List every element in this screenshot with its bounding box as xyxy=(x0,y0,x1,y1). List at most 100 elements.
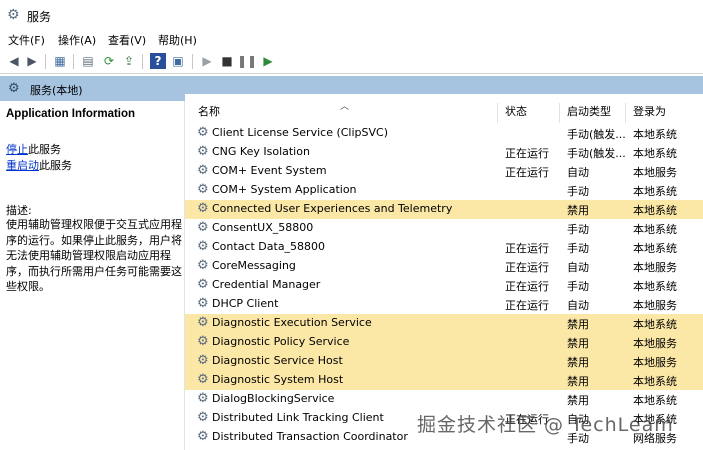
toolbar-separator xyxy=(192,54,193,69)
menu-bar: 文件(F) 操作(A) 查看(V) 帮助(H) xyxy=(0,30,703,48)
description-label: 描述: xyxy=(6,204,32,217)
service-row[interactable]: ⚙ ConsentUX_58800 手动 本地系统 xyxy=(185,219,703,238)
column-header-status[interactable]: 状态 xyxy=(505,103,527,123)
service-name: Distributed Link Tracking Client xyxy=(212,411,384,424)
service-row[interactable]: ⚙ CNG Key Isolation 正在运行 手动(触发... 本地系统 xyxy=(185,143,703,162)
service-gear-icon: ⚙ xyxy=(197,334,209,349)
refresh-icon[interactable]: ⟳ xyxy=(101,53,117,69)
pause-icon[interactable]: ❚❚ xyxy=(237,53,257,69)
service-startup-type: 自动 xyxy=(567,166,589,179)
service-logon-as: 本地服务 xyxy=(633,166,677,179)
service-gear-icon: ⚙ xyxy=(197,391,209,406)
service-gear-icon: ⚙ xyxy=(197,372,209,387)
service-row[interactable]: ⚙ Contact Data_58800 正在运行 手动 本地系统 xyxy=(185,238,703,257)
service-row[interactable]: ⚙ Diagnostic Service Host 禁用 本地服务 xyxy=(185,352,703,371)
service-logon-as: 本地系统 xyxy=(633,280,677,293)
column-header-logon-as[interactable]: 登录为 xyxy=(633,103,666,123)
service-gear-icon: ⚙ xyxy=(197,277,209,292)
service-logon-as: 本地服务 xyxy=(633,356,677,369)
service-startup-type: 自动 xyxy=(567,261,589,274)
service-startup-type: 禁用 xyxy=(567,375,589,388)
restart-link-text[interactable]: 重启动 xyxy=(6,159,39,172)
service-logon-as: 本地系统 xyxy=(633,318,677,331)
service-logon-as: 本地系统 xyxy=(633,394,677,407)
service-row[interactable]: ⚙ COM+ System Application 手动 本地系统 xyxy=(185,181,703,200)
show-hide-icon[interactable]: ▣ xyxy=(170,53,186,69)
service-logon-as: 本地系统 xyxy=(633,204,677,217)
help-icon[interactable]: ? xyxy=(150,53,166,69)
service-name: DialogBlockingService xyxy=(212,392,335,405)
service-name: DHCP Client xyxy=(212,297,279,310)
description-text: 使用辅助管理权限便于交互式应用程序的运行。如果停止此服务，用户将无法使用辅助管理… xyxy=(6,218,182,293)
service-name: CNG Key Isolation xyxy=(212,145,310,158)
play-icon[interactable]: ▶ xyxy=(199,53,215,69)
service-row[interactable]: ⚙ CoreMessaging 正在运行 自动 本地服务 xyxy=(185,257,703,276)
service-startup-type: 手动(触发... xyxy=(567,147,626,160)
column-divider[interactable] xyxy=(497,103,498,123)
service-gear-icon: ⚙ xyxy=(197,144,209,159)
service-startup-type: 手动 xyxy=(567,280,589,293)
service-gear-icon: ⚙ xyxy=(197,239,209,254)
service-name: Client License Service (ClipSVC) xyxy=(212,126,389,139)
console-tree-icon[interactable]: ▦ xyxy=(52,53,68,69)
service-startup-type: 禁用 xyxy=(567,394,589,407)
service-logon-as: 本地系统 xyxy=(633,147,677,160)
restart-service-link[interactable]: 重启动此服务 xyxy=(6,157,72,173)
service-name: Credential Manager xyxy=(212,278,321,291)
service-row[interactable]: ⚙ Credential Manager 正在运行 手动 本地系统 xyxy=(185,276,703,295)
service-row[interactable]: ⚙ Connected User Experiences and Telemetr… xyxy=(185,200,703,219)
service-row[interactable]: ⚙ Diagnostic Execution Service 禁用 本地系统 xyxy=(185,314,703,333)
service-status: 正在运行 xyxy=(505,166,549,179)
column-divider[interactable] xyxy=(559,103,560,123)
service-logon-as: 本地系统 xyxy=(633,223,677,236)
service-name: Diagnostic Execution Service xyxy=(212,316,372,329)
restart-icon[interactable]: ▶ xyxy=(260,53,276,69)
service-gear-icon: ⚙ xyxy=(197,410,209,425)
title-bar: ⚙ 服务 xyxy=(0,0,703,30)
service-status: 正在运行 xyxy=(505,242,549,255)
export-list-icon[interactable]: ⇪ xyxy=(121,53,137,69)
watermark-text: 掘金技术社区 @ TechLeam xyxy=(417,414,674,436)
stop-link-text[interactable]: 停止 xyxy=(6,143,28,156)
service-name: COM+ Event System xyxy=(212,164,327,177)
menu-view[interactable]: 查看(V) xyxy=(108,32,146,48)
column-divider[interactable] xyxy=(625,103,626,123)
service-row[interactable]: ⚙ COM+ Event System 正在运行 自动 本地服务 xyxy=(185,162,703,181)
service-row[interactable]: ⚙ Diagnostic Policy Service 禁用 本地服务 xyxy=(185,333,703,352)
service-startup-type: 禁用 xyxy=(567,337,589,350)
service-row[interactable]: ⚙ DialogBlockingService 禁用 本地系统 xyxy=(185,390,703,409)
column-header-name[interactable]: 名称 xyxy=(198,103,220,123)
toolbar-separator xyxy=(73,54,74,69)
service-logon-as: 本地系统 xyxy=(633,128,677,141)
service-gear-icon: ⚙ xyxy=(197,220,209,235)
services-gear-icon: ⚙ xyxy=(8,81,20,96)
service-startup-type: 手动(触发... xyxy=(567,128,626,141)
service-name: Connected User Experiences and Telemetry xyxy=(212,202,453,215)
service-row[interactable]: ⚙ Diagnostic System Host 禁用 本地系统 xyxy=(185,371,703,390)
properties-icon[interactable]: ▤ xyxy=(80,53,96,69)
service-startup-type: 禁用 xyxy=(567,356,589,369)
service-startup-type: 手动 xyxy=(567,185,589,198)
column-header-startup-type[interactable]: 启动类型 xyxy=(567,103,611,123)
stop-link-suffix: 此服务 xyxy=(28,143,61,156)
menu-action[interactable]: 操作(A) xyxy=(58,32,96,48)
service-name: ConsentUX_58800 xyxy=(212,221,314,234)
service-startup-type: 手动 xyxy=(567,223,589,236)
back-arrow-icon[interactable]: ◀ xyxy=(6,53,22,69)
service-logon-as: 本地系统 xyxy=(633,375,677,388)
service-logon-as: 本地服务 xyxy=(633,261,677,274)
stop-service-link[interactable]: 停止此服务 xyxy=(6,141,61,157)
service-name: Contact Data_58800 xyxy=(212,240,326,253)
service-row[interactable]: ⚙ Client License Service (ClipSVC) 手动(触发..… xyxy=(185,124,703,143)
service-status: 正在运行 xyxy=(505,261,549,274)
service-status: 正在运行 xyxy=(505,147,549,160)
service-startup-type: 禁用 xyxy=(567,318,589,331)
stop-icon[interactable]: ■ xyxy=(219,53,235,69)
service-gear-icon: ⚙ xyxy=(197,258,209,273)
forward-arrow-icon[interactable]: ▶ xyxy=(24,53,40,69)
menu-help[interactable]: 帮助(H) xyxy=(158,32,197,48)
service-status: 正在运行 xyxy=(505,299,549,312)
service-row[interactable]: ⚙ DHCP Client 正在运行 自动 本地服务 xyxy=(185,295,703,314)
service-startup-type: 自动 xyxy=(567,299,589,312)
menu-file[interactable]: 文件(F) xyxy=(8,32,45,48)
